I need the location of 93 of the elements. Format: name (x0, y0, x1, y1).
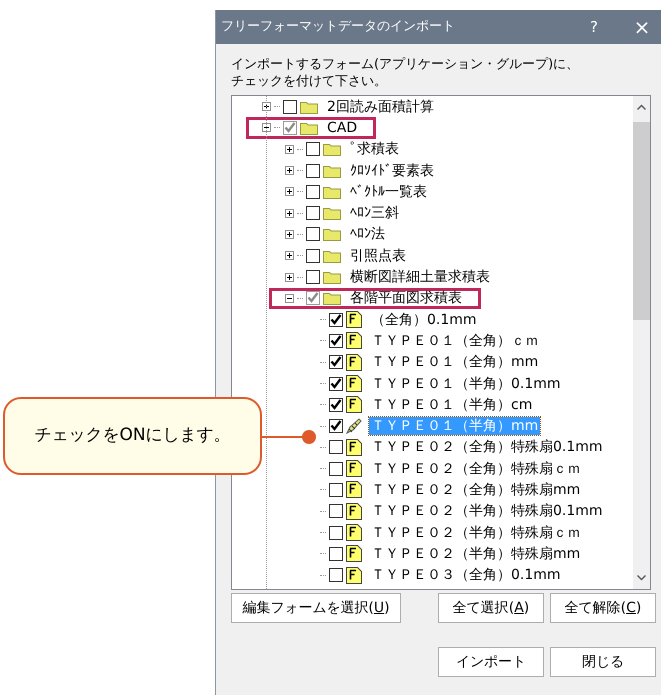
tree-item[interactable]: ＴＹＰＥ０１（全角）ｃｍ (369, 332, 541, 350)
checkbox[interactable] (306, 164, 320, 178)
tree-item[interactable]: ＴＹＰＥ０２（全角）特殊扇mm (369, 480, 582, 499)
checkbox[interactable] (306, 248, 320, 263)
expand-icon[interactable] (285, 230, 294, 239)
expand-icon[interactable] (285, 272, 294, 282)
checkbox[interactable] (329, 568, 343, 582)
folder-icon (300, 100, 318, 114)
dialog-button[interactable]: 編集フォームを選択(U) (231, 593, 401, 623)
folder-icon (323, 206, 341, 220)
expand-icon[interactable] (285, 144, 294, 154)
window-title: フリーフォーマットデータのインポート (221, 18, 456, 36)
scrollbar-thumb[interactable] (633, 122, 650, 320)
checkbox[interactable] (329, 419, 343, 434)
tree-item[interactable]: ＴＹＰＥ０２（半角）特殊扇mm (369, 544, 582, 563)
checkbox[interactable] (329, 462, 343, 476)
tree-item[interactable]: 2回読み面積計算 (325, 98, 436, 116)
checkbox[interactable] (306, 142, 320, 156)
folder-icon (323, 248, 341, 263)
form-file-icon (346, 566, 362, 584)
folder-icon (323, 291, 341, 306)
tree-item[interactable]: ﾍﾛﾝ三斜 (348, 204, 401, 222)
checkbox[interactable] (283, 100, 297, 114)
callout-text: チェックをONにします。 (34, 424, 231, 448)
dialog-button[interactable]: インポート (438, 647, 544, 677)
tree-item[interactable]: （全角）0.1mm (369, 310, 479, 329)
tree-item[interactable]: ＴＹＰＥ０１（半角）cm (369, 396, 534, 414)
tree-item[interactable]: ﾍﾛﾝ法 (348, 225, 387, 244)
close-button[interactable]: × (627, 12, 657, 42)
help-button[interactable]: ? (579, 16, 609, 38)
tree-item[interactable]: 横断図詳細土量求積表 (348, 268, 492, 286)
folder-icon (323, 270, 341, 284)
dialog-button[interactable]: 全て選択(A) (438, 593, 544, 623)
form-file-icon (346, 396, 362, 414)
checkbox[interactable] (329, 504, 343, 518)
checkbox[interactable] (329, 398, 343, 412)
form-file-icon (346, 460, 362, 478)
checkbox[interactable] (329, 546, 343, 561)
tree-item[interactable]: ＴＹＰＥ０２（半角）特殊扇0.1mm (369, 502, 605, 520)
checkbox[interactable] (306, 291, 320, 306)
expand-icon[interactable] (285, 166, 294, 176)
form-file-icon (346, 545, 362, 562)
checkbox[interactable] (329, 376, 343, 390)
checkbox[interactable] (329, 334, 343, 348)
checkbox[interactable] (329, 440, 343, 454)
form-file-icon (346, 524, 362, 542)
checkbox[interactable] (329, 482, 343, 497)
form-file-icon (346, 332, 362, 350)
form-file-icon (346, 375, 362, 392)
dialog-button[interactable]: 閉じる (550, 647, 656, 677)
folder-icon (323, 227, 341, 242)
expand-icon[interactable] (262, 102, 271, 112)
checkbox[interactable] (306, 227, 320, 242)
form-file-icon (346, 481, 362, 498)
expand-icon[interactable] (285, 208, 294, 218)
checkbox[interactable] (306, 206, 320, 220)
form-file-icon (346, 438, 362, 456)
instruction-text: チェックを付けて下さい。 (231, 73, 387, 90)
scroll-down-icon[interactable] (637, 575, 646, 581)
dialog-button[interactable]: 全て解除(C) (550, 593, 656, 623)
tree-item[interactable]: ＴＹＰＥ０１（全角）mm (369, 353, 540, 372)
tree-item[interactable]: ｸﾛｿｲﾄﾞ要素表 (348, 162, 436, 180)
checkbox[interactable] (329, 355, 343, 370)
expand-icon[interactable] (285, 187, 294, 196)
form-file-icon (346, 311, 362, 328)
tree-item[interactable]: CAD (325, 118, 360, 137)
folder-icon (323, 184, 341, 199)
expand-icon[interactable] (285, 251, 294, 260)
folder-icon (323, 164, 341, 178)
tree-item[interactable]: ＴＹＰＥ０１（半角）0.1mm (369, 374, 563, 392)
collapse-icon[interactable] (285, 294, 294, 303)
instruction-text: インポートするフォーム(アプリケーション・グループ)に、 (231, 56, 580, 73)
checkbox[interactable] (306, 184, 320, 199)
form-file-icon (346, 502, 362, 520)
checkbox[interactable] (329, 312, 343, 327)
tree-item[interactable]: ＴＹＰＥ０３（全角）0.1mm (369, 566, 563, 584)
tree-item[interactable]: ＴＹＰＥ０２（半角）特殊扇ｃｍ (369, 524, 583, 542)
tree-item[interactable]: ＴＹＰＥ０２（全角）特殊扇0.1mm (369, 438, 605, 456)
checkbox[interactable] (283, 120, 297, 135)
tree-item[interactable]: ＴＹＰＥ０２（全角）特殊扇ｃｍ (369, 460, 583, 478)
tree-item[interactable]: 引照点表 (348, 246, 408, 265)
folder-icon (323, 142, 341, 156)
collapse-icon[interactable] (262, 123, 271, 132)
pencil-icon (346, 418, 362, 434)
form-file-icon (346, 354, 362, 371)
folder-icon (300, 120, 318, 135)
checkbox[interactable] (329, 526, 343, 540)
tree-item[interactable]: ﾍﾞｸﾄﾙ一覧表 (348, 182, 429, 201)
tree-item[interactable]: 各階平面図求積表 (348, 289, 464, 308)
checkbox[interactable] (306, 270, 320, 284)
scrollbar[interactable] (633, 96, 650, 589)
tree-item[interactable]: ﾟ求積表 (348, 140, 401, 158)
scroll-up-icon[interactable] (637, 104, 646, 110)
